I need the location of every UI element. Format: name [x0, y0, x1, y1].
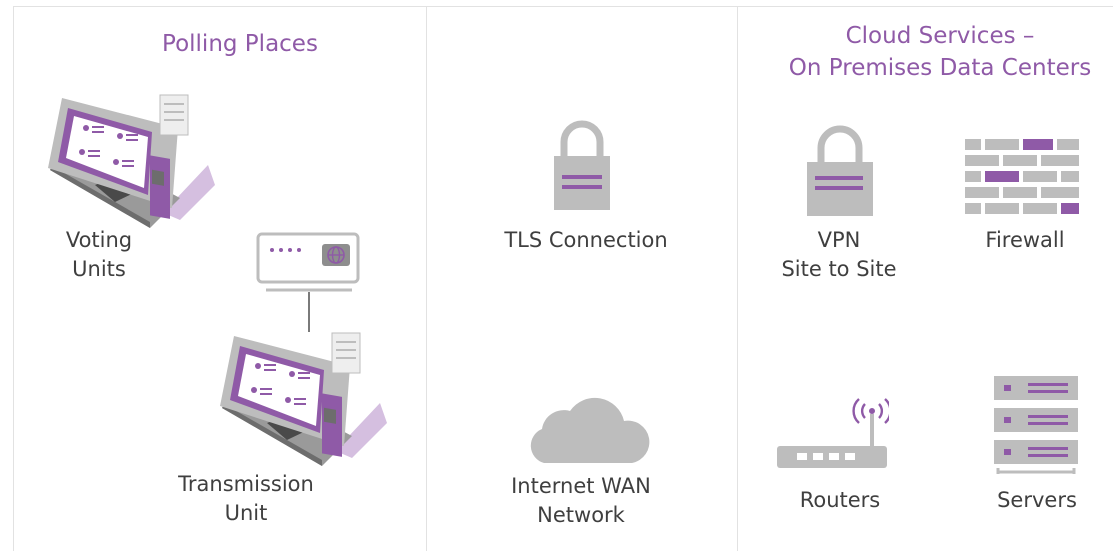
transmission-line2: Unit	[224, 501, 268, 525]
internet-line2: Network	[537, 503, 625, 527]
cloud-services-title: Cloud Services – On Premises Data Center…	[755, 20, 1113, 84]
cloud-title-line2: On Premises Data Centers	[788, 55, 1092, 81]
voting-units-line2: Units	[72, 257, 126, 281]
voting-machine-icon	[48, 94, 215, 228]
cloud-icon	[530, 397, 650, 463]
routers-label: Routers	[799, 488, 881, 512]
internet-wan-label: Internet WAN Network	[476, 472, 686, 530]
modem-icon	[256, 232, 360, 332]
vpn-label: VPN Site to Site	[764, 226, 914, 284]
network-panel	[426, 6, 738, 551]
polling-places-title: Polling Places	[162, 31, 318, 57]
transmission-voting-machine-icon	[220, 332, 387, 466]
vpn-lock-icon	[807, 125, 873, 216]
firewall-label: Firewall	[985, 228, 1065, 252]
voting-units-label: Voting Units	[40, 226, 158, 284]
vpn-line1: VPN	[817, 228, 861, 252]
voting-units-line1: Voting	[65, 228, 133, 252]
cloud-title-line1: Cloud Services –	[845, 23, 1035, 49]
servers-label: Servers	[997, 488, 1077, 512]
firewall-icon	[965, 139, 1079, 214]
transmission-line1: Transmission	[178, 472, 314, 496]
router-icon	[777, 398, 889, 468]
server-icon	[994, 376, 1078, 474]
tls-connection-label: TLS Connection	[504, 228, 668, 252]
lock-icon	[554, 120, 610, 210]
transmission-unit-label: Transmission Unit	[160, 470, 332, 528]
internet-line1: Internet WAN	[511, 474, 651, 498]
vpn-line2: Site to Site	[781, 257, 897, 281]
